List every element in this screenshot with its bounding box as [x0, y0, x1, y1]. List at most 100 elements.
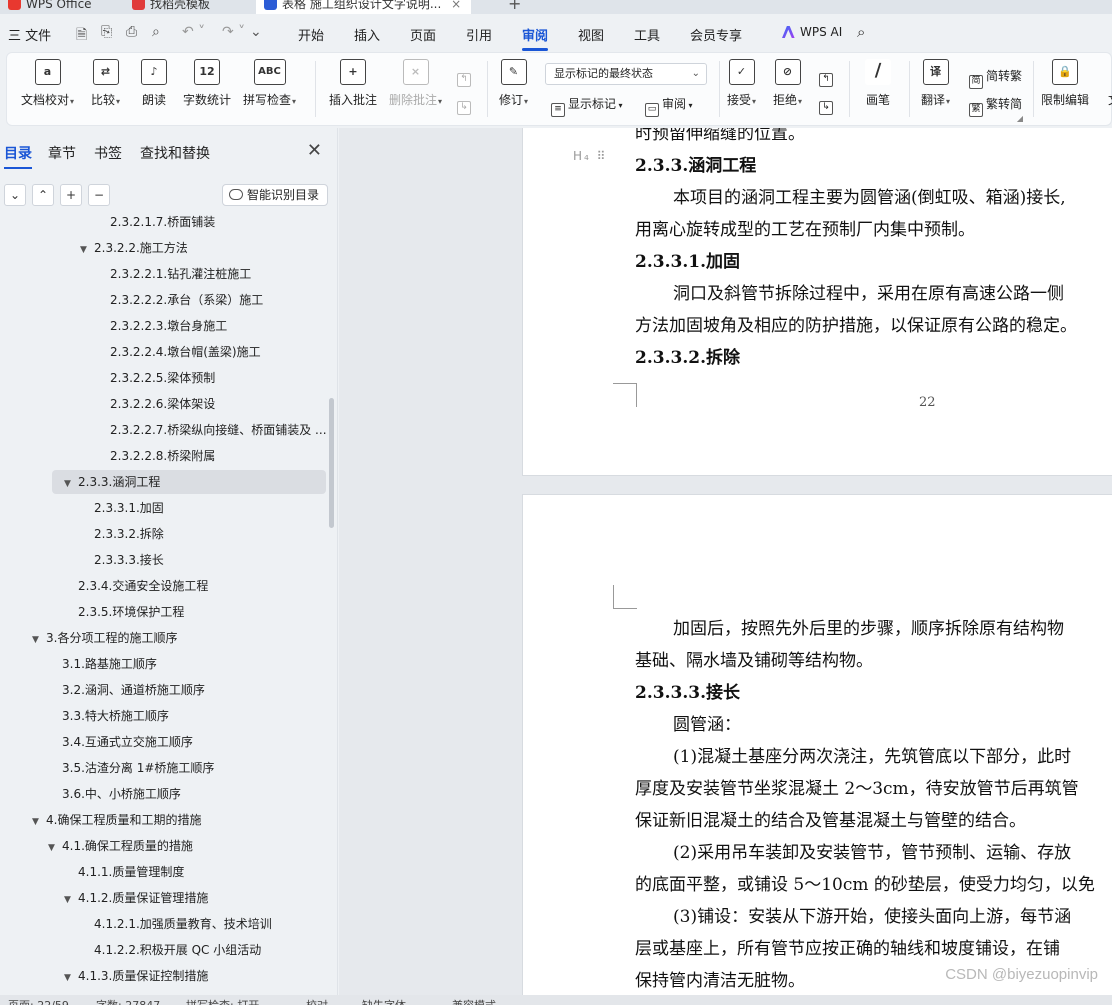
- tab-bookmarks[interactable]: 书签: [94, 143, 122, 163]
- tab-wps-office[interactable]: WPS Office: [0, 0, 102, 14]
- page-indicator[interactable]: 页面: 22/59: [8, 997, 69, 1005]
- toc-item[interactable]: 2.3.2.2.6.梁体架设: [0, 392, 330, 416]
- collapse-arrow-icon[interactable]: ▼: [64, 966, 78, 988]
- compare-button[interactable]: ⇄ 比较▾: [91, 59, 120, 108]
- collapse-icon[interactable]: ⌃: [32, 184, 54, 206]
- quick-access-more-icon[interactable]: ⌄: [250, 24, 262, 40]
- menu-tools[interactable]: 工具: [634, 25, 660, 44]
- read-aloud-button[interactable]: ♪ 朗读: [141, 59, 167, 108]
- collapse-arrow-icon[interactable]: ▼: [64, 888, 78, 910]
- toc-item[interactable]: 2.3.2.2.7.桥梁纵向接缝、桥面铺装及 ...: [0, 418, 330, 442]
- toc-item[interactable]: 2.3.2.2.1.钻孔灌注桩施工: [0, 262, 330, 286]
- previous-comment-button[interactable]: ↰: [457, 67, 474, 87]
- toc-item[interactable]: 2.3.3.3.接长: [0, 548, 330, 572]
- toc-scrollbar[interactable]: [329, 398, 334, 528]
- previous-change-button[interactable]: ↰: [819, 67, 836, 87]
- remove-heading-icon[interactable]: −: [88, 184, 110, 206]
- insert-comment-button[interactable]: + 插入批注: [329, 59, 377, 108]
- toc-item[interactable]: 2.3.2.1.7.桥面铺装: [0, 214, 330, 234]
- menu-home[interactable]: 开始: [298, 25, 324, 44]
- toc-item[interactable]: 3.1.路基施工顺序: [0, 652, 330, 676]
- drag-handle-icon[interactable]: H₄ ⠿: [573, 149, 607, 163]
- accept-button[interactable]: ✓ 接受▾: [727, 59, 756, 108]
- file-menu[interactable]: 三 文件: [8, 25, 51, 44]
- wps-ai-button[interactable]: WPS AI: [782, 25, 842, 39]
- word-count-indicator[interactable]: 字数: 27847: [96, 997, 160, 1005]
- toc-item[interactable]: 4.1.1.质量管理制度: [0, 860, 330, 884]
- export-pdf-icon[interactable]: ⎘: [101, 24, 112, 40]
- menu-references[interactable]: 引用: [466, 25, 492, 44]
- track-changes-button[interactable]: ✎ 修订▾: [499, 59, 528, 108]
- close-icon[interactable]: ✕: [307, 140, 322, 161]
- tab-chapters[interactable]: 章节: [48, 143, 76, 163]
- search-icon[interactable]: ⌕: [857, 23, 865, 41]
- toc-item[interactable]: ▼ 3.各分项工程的施工顺序: [0, 626, 330, 650]
- menu-view[interactable]: 视图: [578, 25, 604, 44]
- word-count-button[interactable]: 12 字数统计: [183, 59, 231, 108]
- new-tab-button[interactable]: +: [508, 0, 521, 14]
- show-markup-button[interactable]: ≡ 显示标记 ▾: [551, 95, 623, 117]
- undo-icon[interactable]: ↶ ˅: [182, 24, 205, 40]
- document-page-22[interactable]: H₄ ⠿ 22 时预留伸缩缝的位置。 2.3.3.涵洞工程 本项目的涵洞工程主要为圆…: [522, 128, 1112, 476]
- tab-docer-templates[interactable]: 找稻壳模板: [124, 0, 220, 14]
- pen-button[interactable]: ∕ 画笔: [865, 59, 891, 108]
- print-preview-icon[interactable]: ⌕: [152, 24, 160, 40]
- smart-toc-button[interactable]: 智能识别目录: [222, 184, 328, 206]
- reject-button[interactable]: ⊘ 拒绝▾: [773, 59, 802, 108]
- restrict-editing-button[interactable]: 🔒 限制编辑: [1041, 59, 1089, 108]
- toc-item[interactable]: 2.3.4.交通安全设施工程: [0, 574, 330, 598]
- tab-active-document[interactable]: 表格 施工组织设计文字说明... ×: [256, 0, 472, 14]
- traditional-to-simplified-button[interactable]: 繁繁转简: [969, 95, 1022, 117]
- document-permission-button[interactable]: 文 文: [1101, 59, 1112, 108]
- toc-item[interactable]: ▼ 4.确保工程质量和工期的措施: [0, 808, 330, 832]
- print-icon[interactable]: ⎙: [126, 24, 137, 40]
- missing-font-indicator[interactable]: 缺失字体: [362, 997, 406, 1005]
- menu-insert[interactable]: 插入: [354, 25, 380, 44]
- review-pane-button[interactable]: ▭ 审阅 ▾: [645, 95, 693, 117]
- markup-display-select[interactable]: 显示标记的最终状态 ⌄: [545, 63, 707, 85]
- dialog-launcher-icon[interactable]: ◢: [1017, 114, 1023, 123]
- menu-member[interactable]: 会员专享: [690, 25, 742, 44]
- collapse-arrow-icon[interactable]: ▼: [32, 810, 46, 832]
- toc-item[interactable]: 2.3.3.2.拆除: [0, 522, 330, 546]
- toc-item[interactable]: 2.3.2.2.5.梁体预制: [0, 366, 330, 390]
- spell-check-indicator[interactable]: 拼写检查: 打开: [186, 997, 259, 1005]
- toc-item[interactable]: 2.3.2.2.3.墩台身施工: [0, 314, 330, 338]
- toc-item[interactable]: 3.5.沽渣分离 1#桥施工顺序: [0, 756, 330, 780]
- spell-check-button[interactable]: ABC 拼写检查▾: [243, 59, 296, 108]
- toc-item[interactable]: 2.3.5.环境保护工程: [0, 600, 330, 624]
- delete-comment-button[interactable]: × 删除批注▾: [389, 59, 442, 108]
- next-change-button[interactable]: ↳: [819, 95, 836, 115]
- toc-item[interactable]: 2.3.2.2.4.墩台帽(盖梁)施工: [0, 340, 330, 364]
- next-comment-button[interactable]: ↳: [457, 95, 474, 115]
- collapse-arrow-icon[interactable]: ▼: [64, 472, 78, 494]
- menu-review[interactable]: 审阅: [522, 25, 549, 51]
- toc-item[interactable]: 4.1.2.1.加强质量教育、技术培训: [0, 912, 330, 936]
- toc-item[interactable]: 2.3.3.1.加固: [0, 496, 330, 520]
- redo-icon[interactable]: ↷ ˅: [222, 24, 245, 40]
- toc-item[interactable]: 2.3.2.2.8.桥梁附属: [0, 444, 330, 468]
- menu-page[interactable]: 页面: [410, 25, 436, 44]
- toc-item[interactable]: 4.1.2.2.积极开展 QC 小组活动: [0, 938, 330, 962]
- proof-indicator[interactable]: 校对: [306, 997, 328, 1005]
- toc-item[interactable]: ▼ 4.1.确保工程质量的措施: [0, 834, 330, 858]
- proofread-button[interactable]: a 文档校对▾: [21, 59, 74, 108]
- simplified-to-traditional-button[interactable]: 简简转繁: [969, 67, 1022, 89]
- tab-toc[interactable]: 目录: [4, 143, 32, 169]
- toc-item[interactable]: ▼ 2.3.2.2.施工方法: [0, 236, 330, 260]
- collapse-arrow-icon[interactable]: ▼: [48, 836, 62, 858]
- collapse-arrow-icon[interactable]: ▼: [32, 628, 46, 650]
- add-heading-icon[interactable]: +: [60, 184, 82, 206]
- toc-item[interactable]: 3.6.中、小桥施工顺序: [0, 782, 330, 806]
- toc-item[interactable]: ▼ 4.1.2.质量保证管理措施: [0, 886, 330, 910]
- tab-find-replace[interactable]: 查找和替换: [140, 143, 210, 163]
- toc-item[interactable]: 3.2.涵洞、通道桥施工顺序: [0, 678, 330, 702]
- toc-item[interactable]: 3.3.特大桥施工顺序: [0, 704, 330, 728]
- toc-item[interactable]: 3.4.互通式立交施工顺序: [0, 730, 330, 754]
- document-page-23[interactable]: 加固后，按照先外后里的步骤，顺序拆除原有结构物 基础、隔水墙及铺砌等结构物。 2.3…: [522, 494, 1112, 995]
- toc-item[interactable]: ▼ 2.3.3.涵洞工程: [52, 470, 326, 494]
- toc-item[interactable]: 2.3.2.2.2.承台（系梁）施工: [0, 288, 330, 312]
- expand-icon[interactable]: ⌄: [4, 184, 26, 206]
- collapse-arrow-icon[interactable]: ▼: [80, 238, 94, 260]
- translate-button[interactable]: 译 翻译▾: [921, 59, 950, 108]
